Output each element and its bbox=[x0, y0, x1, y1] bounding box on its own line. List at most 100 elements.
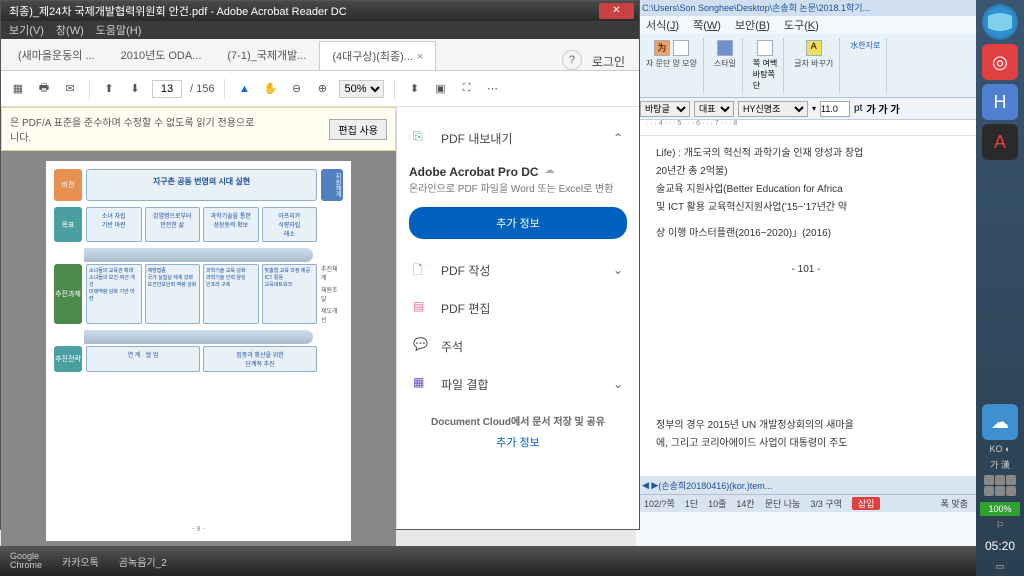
create-pdf-row[interactable]: 🗋 PDF 작성 ⌄ bbox=[409, 251, 627, 289]
export-pdf-row[interactable]: ⎘ PDF 내보내기 ⌃ bbox=[409, 119, 627, 157]
status-pages: 102/?쪽 bbox=[644, 497, 675, 510]
diagram-side-label: 지원체계 bbox=[321, 169, 343, 201]
diagram-side-item: 재원조달 bbox=[321, 285, 343, 303]
menu-view[interactable]: 보기(V) bbox=[9, 22, 44, 38]
pro-title: Adobe Acrobat Pro DC bbox=[409, 165, 539, 179]
ribbon-group-margin[interactable]: 쪽 여백바탕쪽단 bbox=[747, 38, 784, 93]
export-icon: ⎘ bbox=[413, 129, 431, 147]
menu-help[interactable]: 도움말(H) bbox=[96, 22, 142, 38]
chevron-down-icon: ⌄ bbox=[613, 377, 623, 391]
taskbar-item[interactable]: 곰녹음기_2 bbox=[109, 546, 177, 576]
tray-ime[interactable]: 가 漢 bbox=[979, 458, 1021, 471]
diagram-goal: 감염병으로부터 안전한 삶 bbox=[145, 207, 201, 242]
zoom-select[interactable]: 50% bbox=[339, 80, 384, 98]
hand-icon[interactable]: ✋ bbox=[261, 80, 279, 98]
bold-buttons[interactable]: 가 가 가 bbox=[866, 101, 899, 116]
fit-width-icon[interactable]: ⬍ bbox=[405, 80, 423, 98]
tray-flag-icon[interactable]: ⚐ bbox=[979, 520, 1021, 531]
acrobat-menubar: 보기(V) 창(W) 도움말(H) bbox=[1, 21, 639, 39]
doc-tab[interactable]: (7-1)_국제개발... bbox=[214, 40, 319, 70]
tray-icons[interactable] bbox=[980, 475, 1020, 496]
pdfa-notice: 은 PDF/A 표준을 준수하며 수정할 수 없도록 읽기 전용으로 니다. 편… bbox=[1, 107, 396, 151]
fullscreen-icon[interactable]: ⛶ bbox=[457, 80, 475, 98]
print-icon[interactable]: 🖶 bbox=[35, 80, 53, 98]
doc-tab-active[interactable]: (4대구상)(최종)...× bbox=[319, 41, 436, 70]
sidebar-toggle-icon[interactable]: ▦ bbox=[9, 80, 27, 98]
fit-page-icon[interactable]: ▣ bbox=[431, 80, 449, 98]
select-icon[interactable]: ▲ bbox=[235, 80, 253, 98]
diagram-task-col: 예방접종국가 실험실 체계 강화보건안보인력 역량 강화 bbox=[145, 264, 201, 324]
close-button[interactable]: ✕ bbox=[599, 3, 634, 19]
font-select[interactable]: HY신명조 bbox=[738, 101, 808, 117]
tray-lang[interactable]: KO ◐ bbox=[979, 444, 1021, 454]
tray-icon[interactable] bbox=[1006, 486, 1016, 496]
app-icon-cloud[interactable]: ☁ bbox=[982, 404, 1018, 440]
menu-page[interactable]: 쪽(W) bbox=[689, 16, 725, 34]
battery-indicator[interactable]: 100% bbox=[980, 502, 1020, 516]
repr-select[interactable]: 대표 bbox=[694, 101, 734, 117]
doc-tab[interactable]: 2010년도 ODA... bbox=[108, 40, 215, 70]
zoom-out-icon[interactable]: ⊖ bbox=[287, 80, 305, 98]
tray-icon[interactable] bbox=[1006, 475, 1016, 485]
tray-icon[interactable] bbox=[984, 475, 994, 485]
tray-icon[interactable] bbox=[995, 475, 1005, 485]
hwp-formatbar: 바탕글 대표 HY신명조 ▾ pt 가 가 가 bbox=[636, 98, 976, 120]
edit-label: PDF 편집 bbox=[441, 300, 490, 317]
login-link[interactable]: 로그인 bbox=[582, 53, 635, 70]
page-down-icon[interactable]: ⬇ bbox=[126, 80, 144, 98]
doc-tab[interactable]: (새마을운동의 ... bbox=[5, 40, 108, 70]
page-up-icon[interactable]: ⬆ bbox=[100, 80, 118, 98]
diagram-strategy-label: 추진전략 bbox=[54, 346, 82, 372]
menu-tools[interactable]: 도구(K) bbox=[780, 16, 823, 34]
cloud-badge-icon: ☁ bbox=[545, 165, 555, 176]
acrobat-titlebar[interactable]: 최종)_제24차 국제개발협력위원회 안건.pdf - Adobe Acroba… bbox=[1, 1, 639, 21]
doc-line: Life) : 개도국의 혁신적 과학기술 인재 양성과 창업 bbox=[656, 146, 956, 162]
ribbon-group-style[interactable]: 스타일 bbox=[708, 38, 743, 93]
hwp-document-tab[interactable]: ◀ ▶ (손송희20180416)(kor.)tem... bbox=[636, 476, 976, 494]
zoom-in-icon[interactable]: ⊕ bbox=[313, 80, 331, 98]
acrobat-window: 최종)_제24차 국제개발협력위원회 안건.pdf - Adobe Acroba… bbox=[0, 0, 640, 530]
more-icon[interactable]: ⋯ bbox=[483, 80, 501, 98]
page-number-input[interactable] bbox=[152, 80, 182, 98]
size-input[interactable] bbox=[820, 101, 850, 117]
doc-line: 20년간 총 2억불) bbox=[656, 164, 956, 180]
doc-pagenum: - 101 - bbox=[656, 262, 956, 278]
tray-icon[interactable] bbox=[984, 486, 994, 496]
show-desktop[interactable]: ▭ bbox=[979, 561, 1021, 572]
combine-row[interactable]: ▦ 파일 결합 ⌄ bbox=[409, 365, 627, 403]
comment-row[interactable]: 💬 주석 bbox=[409, 327, 627, 365]
help-icon[interactable]: ? bbox=[562, 50, 582, 70]
tools-panel: ⎘ PDF 내보내기 ⌃ Adobe Acrobat Pro DC ☁ 온라인으… bbox=[396, 107, 639, 529]
clock[interactable]: 05:20 bbox=[985, 539, 1015, 553]
hwp-titlebar: C:\Users\Son Songhee\Desktop\손송희 논문\2018… bbox=[636, 0, 976, 16]
menu-security[interactable]: 보안(B) bbox=[731, 16, 774, 34]
enable-editing-button[interactable]: 편집 사용 bbox=[329, 119, 387, 140]
diagram-task-col: 과학기술 교육 강화과학기술 인력 양성인프라 구축 bbox=[203, 264, 259, 324]
diagram-goal-label: 목표 bbox=[54, 207, 82, 242]
tray-icon[interactable] bbox=[995, 486, 1005, 496]
start-button[interactable] bbox=[982, 4, 1018, 40]
diagram-strategy: 집중과 확산을 위한 단계적 추진 bbox=[203, 346, 317, 372]
ribbon-group-hanja[interactable]: 水한자로 bbox=[844, 38, 887, 93]
document-viewport[interactable]: 비전 지구촌 공동 번영의 시대 실현 지원체계 목표 소녀 자립 기반 마련 … bbox=[1, 151, 396, 546]
style-select[interactable]: 바탕글 bbox=[640, 101, 690, 117]
app-icon-camera[interactable]: ◎ bbox=[982, 44, 1018, 80]
menu-window[interactable]: 창(W) bbox=[56, 22, 84, 38]
menu-format[interactable]: 서식(J) bbox=[642, 16, 683, 34]
edit-pdf-row[interactable]: ▤ PDF 편집 bbox=[409, 289, 627, 327]
mail-icon[interactable]: ✉ bbox=[61, 80, 79, 98]
taskbar-item[interactable]: Google Chrome bbox=[0, 546, 52, 576]
more-info-button[interactable]: 추가 정보 bbox=[409, 207, 627, 239]
cloud-more-link[interactable]: 추가 정보 bbox=[409, 434, 627, 450]
hwp-ruler: · · · 4 · · · 5 · · · 6 · · · 7 · · · 8 bbox=[636, 120, 976, 136]
ribbon-group-replace[interactable]: A 글자 바꾸기 bbox=[788, 38, 840, 93]
ribbon-group-char[interactable]: 为 자 문단 양 모양 bbox=[640, 38, 704, 93]
combine-icon: ▦ bbox=[413, 375, 431, 393]
hwp-window: C:\Users\Son Songhee\Desktop\손송희 논문\2018… bbox=[636, 0, 976, 576]
pdf-page: 비전 지구촌 공동 번영의 시대 실현 지원체계 목표 소녀 자립 기반 마련 … bbox=[46, 161, 351, 541]
taskbar-item[interactable]: 카카오톡 bbox=[52, 546, 109, 576]
create-label: PDF 작성 bbox=[441, 262, 490, 279]
app-icon-hwp[interactable]: H bbox=[982, 84, 1018, 120]
app-icon-acrobat[interactable]: A bbox=[982, 124, 1018, 160]
tab-close-icon[interactable]: × bbox=[417, 51, 423, 63]
